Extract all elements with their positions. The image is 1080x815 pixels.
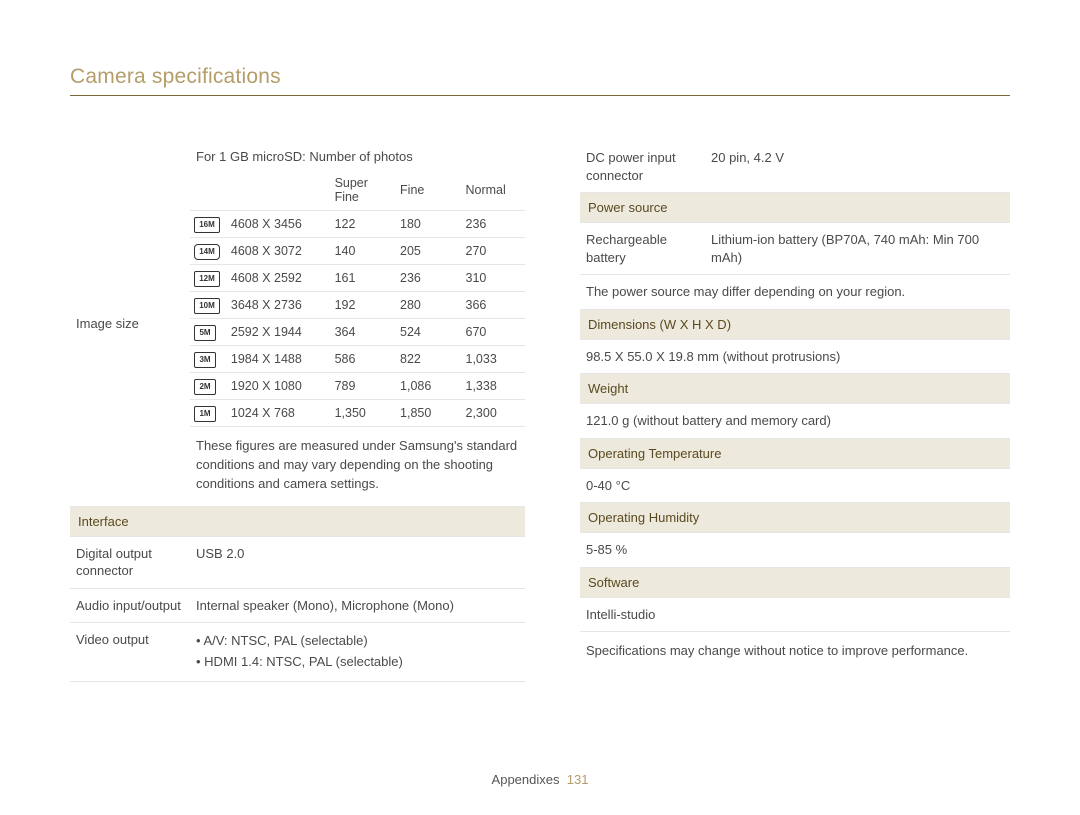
value-digital-output: USB 2.0 <box>190 537 525 588</box>
value-dc-power: 20 pin, 4.2 V <box>705 141 1010 192</box>
image-size-label: Image size <box>70 141 190 506</box>
value-op-temp: 0-40 °C <box>580 469 1010 504</box>
size-icon: 1M <box>194 406 216 422</box>
section-weight: Weight <box>580 374 1010 404</box>
row-video: Video output A/V: NTSC, PAL (selectable)… <box>70 623 525 682</box>
size-icon: 5M <box>194 325 216 341</box>
label-dc-power: DC power input connector <box>580 141 705 192</box>
resolution: 2592 X 1944 <box>225 319 329 346</box>
value-weight: 121.0 g (without battery and memory card… <box>580 404 1010 439</box>
image-size-block: Image size For 1 GB microSD: Number of p… <box>70 141 525 507</box>
section-dimensions: Dimensions (W X H X D) <box>580 310 1010 340</box>
page-title: Camera specifications <box>70 65 1010 96</box>
video-bullet: HDMI 1.4: NTSC, PAL (selectable) <box>196 652 519 673</box>
size-icon: 16M <box>194 217 220 233</box>
section-power-source: Power source <box>580 193 1010 223</box>
resolution: 1920 X 1080 <box>225 373 329 400</box>
section-interface: Interface <box>70 507 525 537</box>
table-row: 5M 2592 X 1944 364 524 670 <box>190 319 525 346</box>
col-fine: Fine <box>394 170 459 211</box>
resolution: 4608 X 3072 <box>225 238 329 265</box>
label-video: Video output <box>70 623 190 681</box>
image-size-note: These figures are measured under Samsung… <box>190 427 525 496</box>
col-superfine: Super Fine <box>329 170 394 211</box>
section-op-humidity: Operating Humidity <box>580 503 1010 533</box>
content-columns: Image size For 1 GB microSD: Number of p… <box>70 141 1010 682</box>
table-row: 16M 4608 X 3456 122 180 236 <box>190 211 525 238</box>
resolution: 4608 X 2592 <box>225 265 329 292</box>
size-icon: 3M <box>194 352 216 368</box>
value-dimensions: 98.5 X 55.0 X 19.8 mm (without protrusio… <box>580 340 1010 375</box>
table-row: 3M 1984 X 1488 586 822 1,033 <box>190 346 525 373</box>
row-dc-power: DC power input connector 20 pin, 4.2 V <box>580 141 1010 193</box>
table-row: 14M 4608 X 3072 140 205 270 <box>190 238 525 265</box>
row-battery: Rechargeable battery Lithium-ion battery… <box>580 223 1010 275</box>
page-footer: Appendixes 131 <box>0 772 1080 787</box>
value-software: Intelli-studio <box>580 598 1010 633</box>
label-digital-output: Digital output connector <box>70 537 190 588</box>
col-normal: Normal <box>460 170 526 211</box>
value-audio: Internal speaker (Mono), Microphone (Mon… <box>190 589 525 623</box>
table-row: 10M 3648 X 2736 192 280 366 <box>190 292 525 319</box>
resolution: 1984 X 1488 <box>225 346 329 373</box>
label-battery: Rechargeable battery <box>580 223 705 274</box>
table-row: 1M 1024 X 768 1,350 1,850 2,300 <box>190 400 525 427</box>
power-source-note: The power source may differ depending on… <box>580 275 1010 310</box>
resolution: 4608 X 3456 <box>225 211 329 238</box>
size-icon: 14M <box>194 244 220 260</box>
section-op-temp: Operating Temperature <box>580 439 1010 469</box>
size-icon: 2M <box>194 379 216 395</box>
disclaimer: Specifications may change without notice… <box>580 632 1010 661</box>
value-battery: Lithium-ion battery (BP70A, 740 mAh: Min… <box>705 223 1010 274</box>
right-column: DC power input connector 20 pin, 4.2 V P… <box>580 141 1010 682</box>
size-icon: 12M <box>194 271 220 287</box>
footer-page-number: 131 <box>567 772 589 787</box>
resolution: 3648 X 2736 <box>225 292 329 319</box>
table-row: 2M 1920 X 1080 789 1,086 1,338 <box>190 373 525 400</box>
section-software: Software <box>580 568 1010 598</box>
label-audio: Audio input/output <box>70 589 190 623</box>
image-size-caption: For 1 GB microSD: Number of photos <box>190 147 525 170</box>
left-column: Image size For 1 GB microSD: Number of p… <box>70 141 525 682</box>
table-row: 12M 4608 X 2592 161 236 310 <box>190 265 525 292</box>
video-bullet: A/V: NTSC, PAL (selectable) <box>196 631 519 652</box>
image-size-content: For 1 GB microSD: Number of photos Super… <box>190 141 525 506</box>
footer-section: Appendixes <box>492 772 560 787</box>
resolution: 1024 X 768 <box>225 400 329 427</box>
row-digital-output: Digital output connector USB 2.0 <box>70 537 525 589</box>
value-op-humidity: 5-85 % <box>580 533 1010 568</box>
row-audio: Audio input/output Internal speaker (Mon… <box>70 589 525 624</box>
size-icon: 10M <box>194 298 220 314</box>
value-video: A/V: NTSC, PAL (selectable) HDMI 1.4: NT… <box>190 623 525 681</box>
image-size-table: Super Fine Fine Normal 16M 4608 X 3456 1… <box>190 170 525 427</box>
